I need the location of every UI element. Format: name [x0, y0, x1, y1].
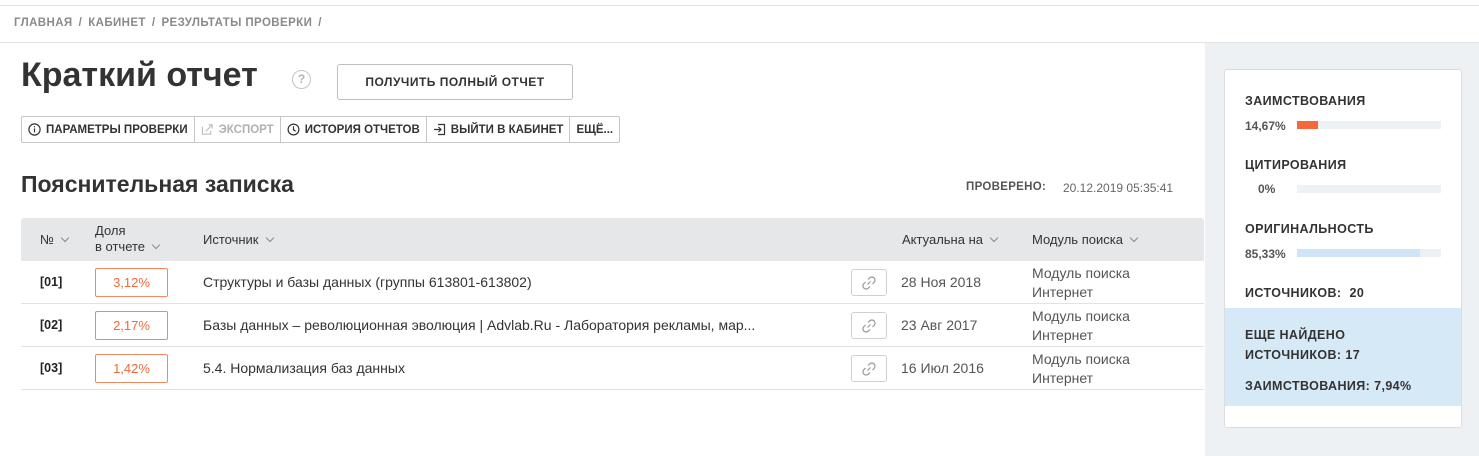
- exit-to-cabinet-button[interactable]: ВЫЙТИ В КАБИНЕТ: [427, 117, 571, 142]
- originality-bar: [1297, 249, 1441, 257]
- column-header-module-label: Модуль поиска: [1032, 232, 1123, 247]
- source-title[interactable]: 5.4. Нормализация баз данных: [203, 360, 405, 376]
- sources-number: 20: [1349, 286, 1365, 300]
- table-row[interactable]: [01] 3,12% Структуры и базы данных (груп…: [21, 261, 1204, 304]
- export-button[interactable]: ЭКСПОРТ: [195, 117, 281, 142]
- source-link-button[interactable]: [851, 312, 887, 339]
- source-link-button[interactable]: [851, 355, 887, 382]
- export-icon: [201, 123, 214, 136]
- more-found-borrowings: ЗАИМСТВОВАНИЯ: 7,94%: [1245, 379, 1412, 393]
- link-icon: [862, 275, 876, 290]
- row-number: [01]: [40, 275, 63, 289]
- more-button[interactable]: ЕЩЁ...: [570, 117, 619, 142]
- column-header-share[interactable]: Доля в отчете: [95, 223, 161, 255]
- chevron-down-icon: [1129, 233, 1139, 243]
- chevron-down-icon: [151, 240, 161, 250]
- row-number: [02]: [40, 318, 63, 332]
- originality-label: ОРИГИНАЛЬНОСТЬ: [1245, 222, 1374, 236]
- check-params-button[interactable]: ПАРАМЕТРЫ ПРОВЕРКИ: [22, 117, 195, 142]
- chevron-down-icon: [265, 233, 274, 243]
- source-link-button[interactable]: [851, 269, 887, 296]
- checked-date: 20.12.2019 05:35:41: [1063, 181, 1174, 195]
- originality-value: 85,33%: [1245, 247, 1286, 261]
- link-icon: [862, 318, 876, 333]
- breadcrumb: ГЛАВНАЯ / КАБИНЕТ / РЕЗУЛЬТАТЫ ПРОВЕРКИ …: [14, 17, 322, 29]
- citations-bar: [1297, 185, 1441, 193]
- more-found-line: ЕЩЕ НАЙДЕНО: [1245, 328, 1346, 342]
- breadcrumb-separator: /: [318, 17, 322, 29]
- row-number: [03]: [40, 361, 63, 375]
- originality-bar-fill: [1297, 249, 1420, 257]
- search-module: Модуль поиска Интернет: [1032, 308, 1130, 343]
- column-header-share-label: Доля: [95, 223, 126, 238]
- column-header-source-label: Источник: [203, 232, 259, 247]
- table-header: № Доля в отчете Источник Актуальна на Мо…: [21, 218, 1204, 261]
- column-header-share-label: в отчете: [95, 239, 146, 254]
- breadcrumb-item-home[interactable]: ГЛАВНАЯ: [14, 17, 73, 29]
- table-row[interactable]: [03] 1,42% 5.4. Нормализация баз данных …: [21, 347, 1204, 390]
- help-icon[interactable]: ?: [292, 70, 311, 89]
- borrowings-bar-fill: [1297, 121, 1319, 129]
- report-toolbar: ПАРАМЕТРЫ ПРОВЕРКИ ЭКСПОРТ ИСТОРИЯ ОТЧЕТ…: [21, 116, 621, 143]
- more-found-box[interactable]: ЕЩЕ НАЙДЕНО ИСТОЧНИКОВ: 17 ЗАИМСТВОВАНИЯ…: [1225, 308, 1461, 406]
- report-history-button[interactable]: ИСТОРИЯ ОТЧЕТОВ: [281, 117, 427, 142]
- breadcrumb-item-results[interactable]: РЕЗУЛЬТАТЫ ПРОВЕРКИ: [161, 17, 312, 29]
- actual-date: 23 Авг 2017: [901, 317, 978, 333]
- column-header-num[interactable]: №: [40, 232, 70, 248]
- source-title[interactable]: Структуры и базы данных (группы 613801-6…: [203, 274, 532, 290]
- borrowings-value: 14,67%: [1245, 119, 1286, 133]
- source-title[interactable]: Базы данных – революционная эволюция | A…: [203, 317, 755, 333]
- history-icon: [287, 123, 300, 136]
- info-icon: [28, 123, 41, 136]
- column-header-module[interactable]: Модуль поиска: [1032, 232, 1139, 248]
- column-header-num-label: №: [40, 232, 54, 247]
- stats-card: ЗАИМСТВОВАНИЯ 14,67% ЦИТИРОВАНИЯ 0% ОРИГ…: [1224, 69, 1462, 428]
- exit-to-cabinet-label: ВЫЙТИ В КАБИНЕТ: [450, 123, 564, 136]
- sources-table: № Доля в отчете Источник Актуальна на Мо…: [21, 218, 1204, 390]
- citations-value: 0%: [1258, 182, 1276, 196]
- table-row[interactable]: [02] 2,17% Базы данных – революционная э…: [21, 304, 1204, 347]
- share-badge: 2,17%: [95, 311, 168, 340]
- search-module: Модуль поиска Интернет: [1032, 265, 1130, 300]
- header-divider: [0, 42, 1205, 43]
- column-header-actual[interactable]: Актуальна на: [902, 232, 999, 248]
- column-header-source[interactable]: Источник: [203, 232, 274, 248]
- breadcrumb-item-cabinet[interactable]: КАБИНЕТ: [88, 17, 146, 29]
- chevron-down-icon: [60, 233, 70, 243]
- citations-label: ЦИТИРОВАНИЯ: [1245, 158, 1347, 172]
- column-header-actual-label: Актуальна на: [902, 232, 983, 247]
- actual-date: 16 Июл 2016: [901, 360, 984, 376]
- breadcrumb-separator: /: [78, 17, 83, 29]
- page-title: Краткий отчет: [21, 56, 258, 94]
- borrowings-bar: [1297, 121, 1441, 129]
- report-history-label: ИСТОРИЯ ОТЧЕТОВ: [304, 123, 420, 136]
- borrowings-label: ЗАИМСТВОВАНИЯ: [1245, 94, 1366, 108]
- checked-label: ПРОВЕРЕНО:: [966, 181, 1047, 193]
- breadcrumb-separator: /: [151, 17, 156, 29]
- document-title: Пояснительная записка: [21, 171, 294, 197]
- check-params-label: ПАРАМЕТРЫ ПРОВЕРКИ: [46, 123, 188, 136]
- top-divider: [0, 5, 1479, 6]
- share-badge: 3,12%: [95, 268, 168, 297]
- sources-label: ИСТОЧНИКОВ:: [1245, 286, 1342, 300]
- link-icon: [862, 361, 876, 376]
- more-found-sources: ИСТОЧНИКОВ: 17: [1245, 348, 1361, 362]
- sign-in-icon: [433, 123, 446, 136]
- search-module: Модуль поиска Интернет: [1032, 351, 1130, 386]
- sources-count: ИСТОЧНИКОВ: 20: [1245, 286, 1364, 300]
- get-full-report-button[interactable]: ПОЛУЧИТЬ ПОЛНЫЙ ОТЧЕТ: [337, 64, 573, 100]
- more-label: ЕЩЁ...: [576, 123, 614, 136]
- actual-date: 28 Ноя 2018: [901, 274, 981, 290]
- export-label: ЭКСПОРТ: [218, 123, 274, 136]
- share-badge: 1,42%: [95, 354, 168, 383]
- chevron-down-icon: [989, 233, 999, 243]
